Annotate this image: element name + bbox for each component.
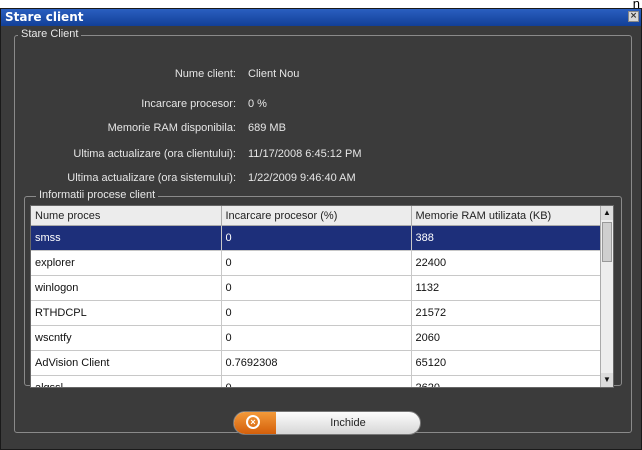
table-row[interactable]: explorer 0 22400 — [31, 250, 604, 276]
process-name-cell: wscntfy — [31, 325, 222, 351]
table-row[interactable]: winlogon 0 1132 — [31, 275, 604, 301]
cpu-load-cell: 0 — [221, 300, 412, 326]
process-name-cell: RTHDCPL — [31, 300, 222, 326]
client-update-value: 11/17/2008 6:45:12 PM — [248, 148, 362, 160]
scroll-down-arrow-icon[interactable]: ▼ — [601, 373, 613, 387]
ram-used-cell: 65120 — [411, 350, 604, 376]
ram-available-label: Memorie RAM disponibila: — [107, 122, 236, 134]
cancel-circle-icon: × — [234, 412, 276, 434]
client-name-value: Client Nou — [248, 68, 300, 80]
window-title: Stare client — [5, 10, 84, 24]
table-row[interactable]: wscntfy 0 2060 — [31, 325, 604, 351]
column-header-cpu-load[interactable]: Incarcare procesor (%) — [221, 206, 412, 226]
close-button-label: Inchide — [330, 417, 366, 429]
ram-used-cell: 22400 — [411, 250, 604, 276]
process-name-cell: explorer — [31, 250, 222, 276]
column-header-ram-used[interactable]: Memorie RAM utilizata (KB) — [411, 206, 604, 226]
ram-used-cell: 388 — [411, 225, 604, 251]
close-button[interactable]: × Inchide — [233, 411, 421, 435]
ram-used-cell: 2620 — [411, 375, 604, 387]
cpu-load-cell: 0 — [221, 375, 412, 387]
column-header-process-name[interactable]: Nume proces — [31, 206, 222, 226]
cpu-load-cell: 0 — [221, 225, 412, 251]
table-scrollbar[interactable]: ▲ ▼ — [600, 206, 613, 387]
client-status-legend: Stare Client — [18, 28, 82, 40]
cpu-load-cell: 0 — [221, 325, 412, 351]
system-update-label: Ultima actualizare (ora sistemului): — [67, 172, 236, 184]
process-name-cell: smss — [31, 225, 222, 251]
scroll-up-arrow-icon[interactable]: ▲ — [601, 206, 613, 220]
table-row[interactable]: algssl 0 2620 — [31, 375, 604, 387]
ram-used-cell: 2060 — [411, 325, 604, 351]
title-bar: Stare client × — [1, 9, 641, 26]
process-name-cell: algssl — [31, 375, 222, 387]
close-window-icon[interactable]: × — [628, 11, 639, 22]
cpu-load-label: Incarcare procesor: — [141, 98, 236, 110]
client-update-label: Ultima actualizare (ora clientului): — [73, 148, 236, 160]
table-row[interactable]: AdVision Client 0.7692308 65120 — [31, 350, 604, 376]
system-update-value: 1/22/2009 9:46:40 AM — [248, 172, 356, 184]
process-name-cell: winlogon — [31, 275, 222, 301]
cpu-load-cell: 0 — [221, 275, 412, 301]
cpu-load-cell: 0.7692308 — [221, 350, 412, 376]
cpu-load-value: 0 % — [248, 98, 267, 110]
table-header-row: Nume proces Incarcare procesor (%) Memor… — [31, 206, 604, 226]
ram-used-cell: 21572 — [411, 300, 604, 326]
client-name-label: Nume client: — [174, 68, 236, 80]
process-info-legend: Informatii procese client — [36, 189, 159, 201]
table-row[interactable]: RTHDCPL 0 21572 — [31, 300, 604, 326]
ram-used-cell: 1132 — [411, 275, 604, 301]
ram-available-value: 689 MB — [248, 122, 286, 134]
process-table: Nume proces Incarcare procesor (%) Memor… — [30, 205, 614, 388]
table-row[interactable]: smss 0 388 — [31, 225, 604, 251]
cpu-load-cell: 0 — [221, 250, 412, 276]
scrollbar-thumb[interactable] — [602, 222, 612, 262]
process-name-cell: AdVision Client — [31, 350, 222, 376]
